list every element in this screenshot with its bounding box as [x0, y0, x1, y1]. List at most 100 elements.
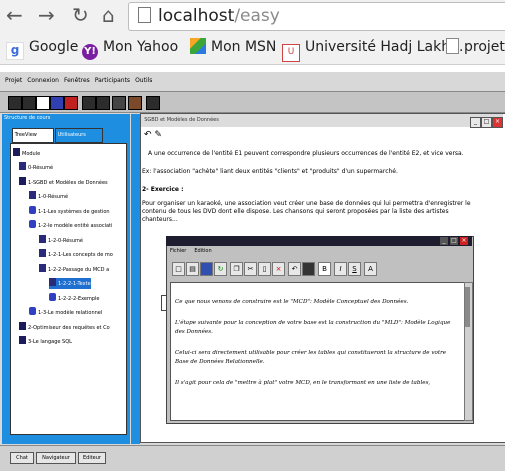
tree-node[interactable]: 1-SGBD et Modèles de Données — [19, 177, 108, 188]
toolbar-button-1[interactable] — [8, 96, 22, 110]
course-tree[interactable]: Module 0-Résumé 1-SGBD et Modèles de Don… — [10, 143, 127, 435]
bookmark-google[interactable]: g Google — [6, 37, 78, 60]
tree-node-module[interactable]: Module — [13, 148, 40, 159]
open-icon[interactable]: ▤ — [186, 262, 199, 276]
splitter[interactable] — [131, 114, 140, 444]
font-color-button[interactable]: A — [364, 262, 377, 276]
undo-icon[interactable]: ↶ — [288, 262, 301, 276]
refresh-icon[interactable]: ↻ — [214, 262, 227, 276]
maximize-button[interactable]: □ — [481, 117, 492, 128]
back-arrow-icon[interactable]: ← — [6, 4, 23, 26]
forward-arrow-icon[interactable]: → — [38, 4, 55, 26]
bookmark-mon-msn[interactable]: Mon MSN — [190, 37, 276, 57]
tab-treeview[interactable]: TreeView — [12, 128, 54, 143]
editor-para-3: Celui-ci sera directement utilisable pou… — [175, 350, 447, 365]
bookmark-universite[interactable]: U Université Hadj Lakh... — [282, 37, 463, 62]
editor-maximize-button[interactable]: □ — [450, 237, 458, 245]
menu-connexion[interactable]: Connexion — [27, 77, 59, 84]
editor-close-button[interactable]: × — [460, 237, 468, 245]
editor-minimize-button[interactable]: _ — [440, 237, 448, 245]
menu-projet[interactable]: Projet — [5, 77, 22, 84]
university-icon: U — [282, 44, 300, 62]
tree-node[interactable]: 1-3-Le modèle relationnel — [29, 307, 102, 318]
toolbar-button-9[interactable] — [128, 96, 142, 110]
tree-node[interactable]: 0-Résumé — [19, 162, 53, 173]
tree-node[interactable]: 1-0-Résumé — [29, 191, 68, 202]
document-toolbar: ↶ ✎ — [144, 130, 162, 140]
image-icon[interactable] — [302, 262, 315, 276]
bookmark-label: Mon Yahoo — [103, 39, 179, 55]
url-host: localhost — [158, 6, 235, 26]
copy-icon[interactable]: ❐ — [230, 262, 243, 276]
italic-button[interactable]: I — [334, 262, 347, 276]
app-menubar: Projet Connexion Fenêtres Participants Outil… — [0, 74, 505, 88]
cut-icon[interactable]: ✂ — [244, 262, 257, 276]
tree-node[interactable]: 2-Optimiseur des requêtes et Co — [19, 322, 110, 333]
underline-button[interactable]: S — [348, 262, 361, 276]
bookmark-label: Google — [29, 39, 79, 55]
yahoo-icon: Y! — [82, 44, 98, 60]
tree-node[interactable]: 1-2-1-Les concepts de mo — [39, 249, 113, 260]
page-icon — [138, 7, 151, 23]
editor-para-1: Ce que nous venons de construire est le … — [175, 299, 409, 305]
doc-para-3: Pour organiser un karaoké, une associati… — [142, 200, 471, 223]
save-icon[interactable] — [200, 262, 213, 276]
doc-para-1: A une occurrence de l'entité E1 peuvent … — [148, 150, 464, 157]
toolbar-button-8[interactable] — [112, 96, 126, 110]
editor-para-4: Il s'agit pour cela de "mettre à plat" v… — [175, 380, 431, 386]
reload-icon[interactable]: ↻ — [72, 4, 89, 26]
editor-text-content: Ce que nous venons de construire est le … — [175, 298, 460, 400]
bold-button[interactable]: B — [318, 262, 331, 276]
menu-outils[interactable]: Outils — [135, 77, 152, 84]
tree-node[interactable]: 1-2-2-Passage du MCD a — [39, 264, 109, 275]
close-button[interactable]: × — [492, 117, 503, 128]
minimize-button[interactable]: _ — [470, 117, 481, 128]
home-icon[interactable]: ⌂ — [102, 4, 115, 26]
bookmark-label: Mon MSN — [211, 39, 277, 55]
document-title: SGBD et Modèles de Données — [144, 117, 219, 123]
tree-node[interactable]: 3-Le langage SQL — [19, 336, 72, 347]
editor-para-2: L'étape suivante pour la conception de v… — [175, 320, 451, 335]
address-bar[interactable]: localhost/easy — [128, 2, 505, 31]
exercise-heading: 2- Exercice : — [142, 186, 184, 193]
edit-icon[interactable]: ✎ — [154, 130, 162, 140]
toolbar-button-2[interactable] — [22, 96, 36, 110]
bookmark-mon-yahoo[interactable]: Y! Mon Yahoo — [82, 37, 178, 60]
navigateur-button[interactable]: Navigateur — [36, 452, 76, 464]
panel-title: Structure de cours — [4, 115, 51, 121]
menu-edition[interactable]: Edition — [194, 248, 211, 254]
menu-participants[interactable]: Participants — [95, 77, 130, 84]
toolbar-button-3[interactable] — [36, 96, 50, 110]
editeur-button[interactable]: Editeur — [78, 452, 106, 464]
msn-icon — [190, 38, 206, 54]
tree-node[interactable]: 1-1-Les systèmes de gestion — [29, 206, 110, 217]
toolbar-button-4[interactable] — [50, 96, 64, 110]
toolbar-button-7[interactable] — [96, 96, 110, 110]
editor-scroll-thumb[interactable] — [465, 287, 470, 327]
delete-icon[interactable]: × — [272, 262, 285, 276]
bookmark-projets[interactable]: projets — [446, 37, 505, 57]
tab-utilisateurs[interactable]: Utilisateurs — [55, 128, 103, 143]
new-icon[interactable]: □ — [172, 262, 185, 276]
document-title-bar: SGBD et Modèles de Données — [141, 114, 503, 127]
url-path: /easy — [234, 6, 280, 26]
tree-node[interactable]: 1-2-2-2-Exemple — [49, 293, 100, 304]
menu-fenetres[interactable]: Fenêtres — [64, 77, 90, 84]
toolbar-button-10[interactable] — [146, 96, 160, 110]
tree-node-selected[interactable]: 1-2-2-1-Texte — [49, 278, 91, 289]
close-icon[interactable] — [64, 96, 78, 110]
tree-node[interactable]: 1-2-le modèle entité associati — [29, 220, 112, 231]
menu-fichier[interactable]: Fichier — [170, 248, 186, 254]
bookmark-label: projets — [464, 39, 505, 55]
undo-icon[interactable]: ↶ — [144, 130, 152, 140]
tree-node[interactable]: 1-2-0-Résumé — [39, 235, 83, 246]
bookmark-label: Université Hadj Lakh... — [305, 39, 464, 55]
chat-button[interactable]: Chat — [10, 452, 34, 464]
paste-icon[interactable]: ▯ — [258, 262, 271, 276]
google-icon: g — [6, 42, 24, 60]
editor-menubar: Fichier Edition — [170, 247, 220, 256]
editor-title-bar — [166, 236, 472, 246]
app-toolbar — [0, 91, 505, 113]
toolbar-button-6[interactable] — [82, 96, 96, 110]
doc-para-2: Ex: l'association "achète" liant deux en… — [142, 168, 398, 175]
